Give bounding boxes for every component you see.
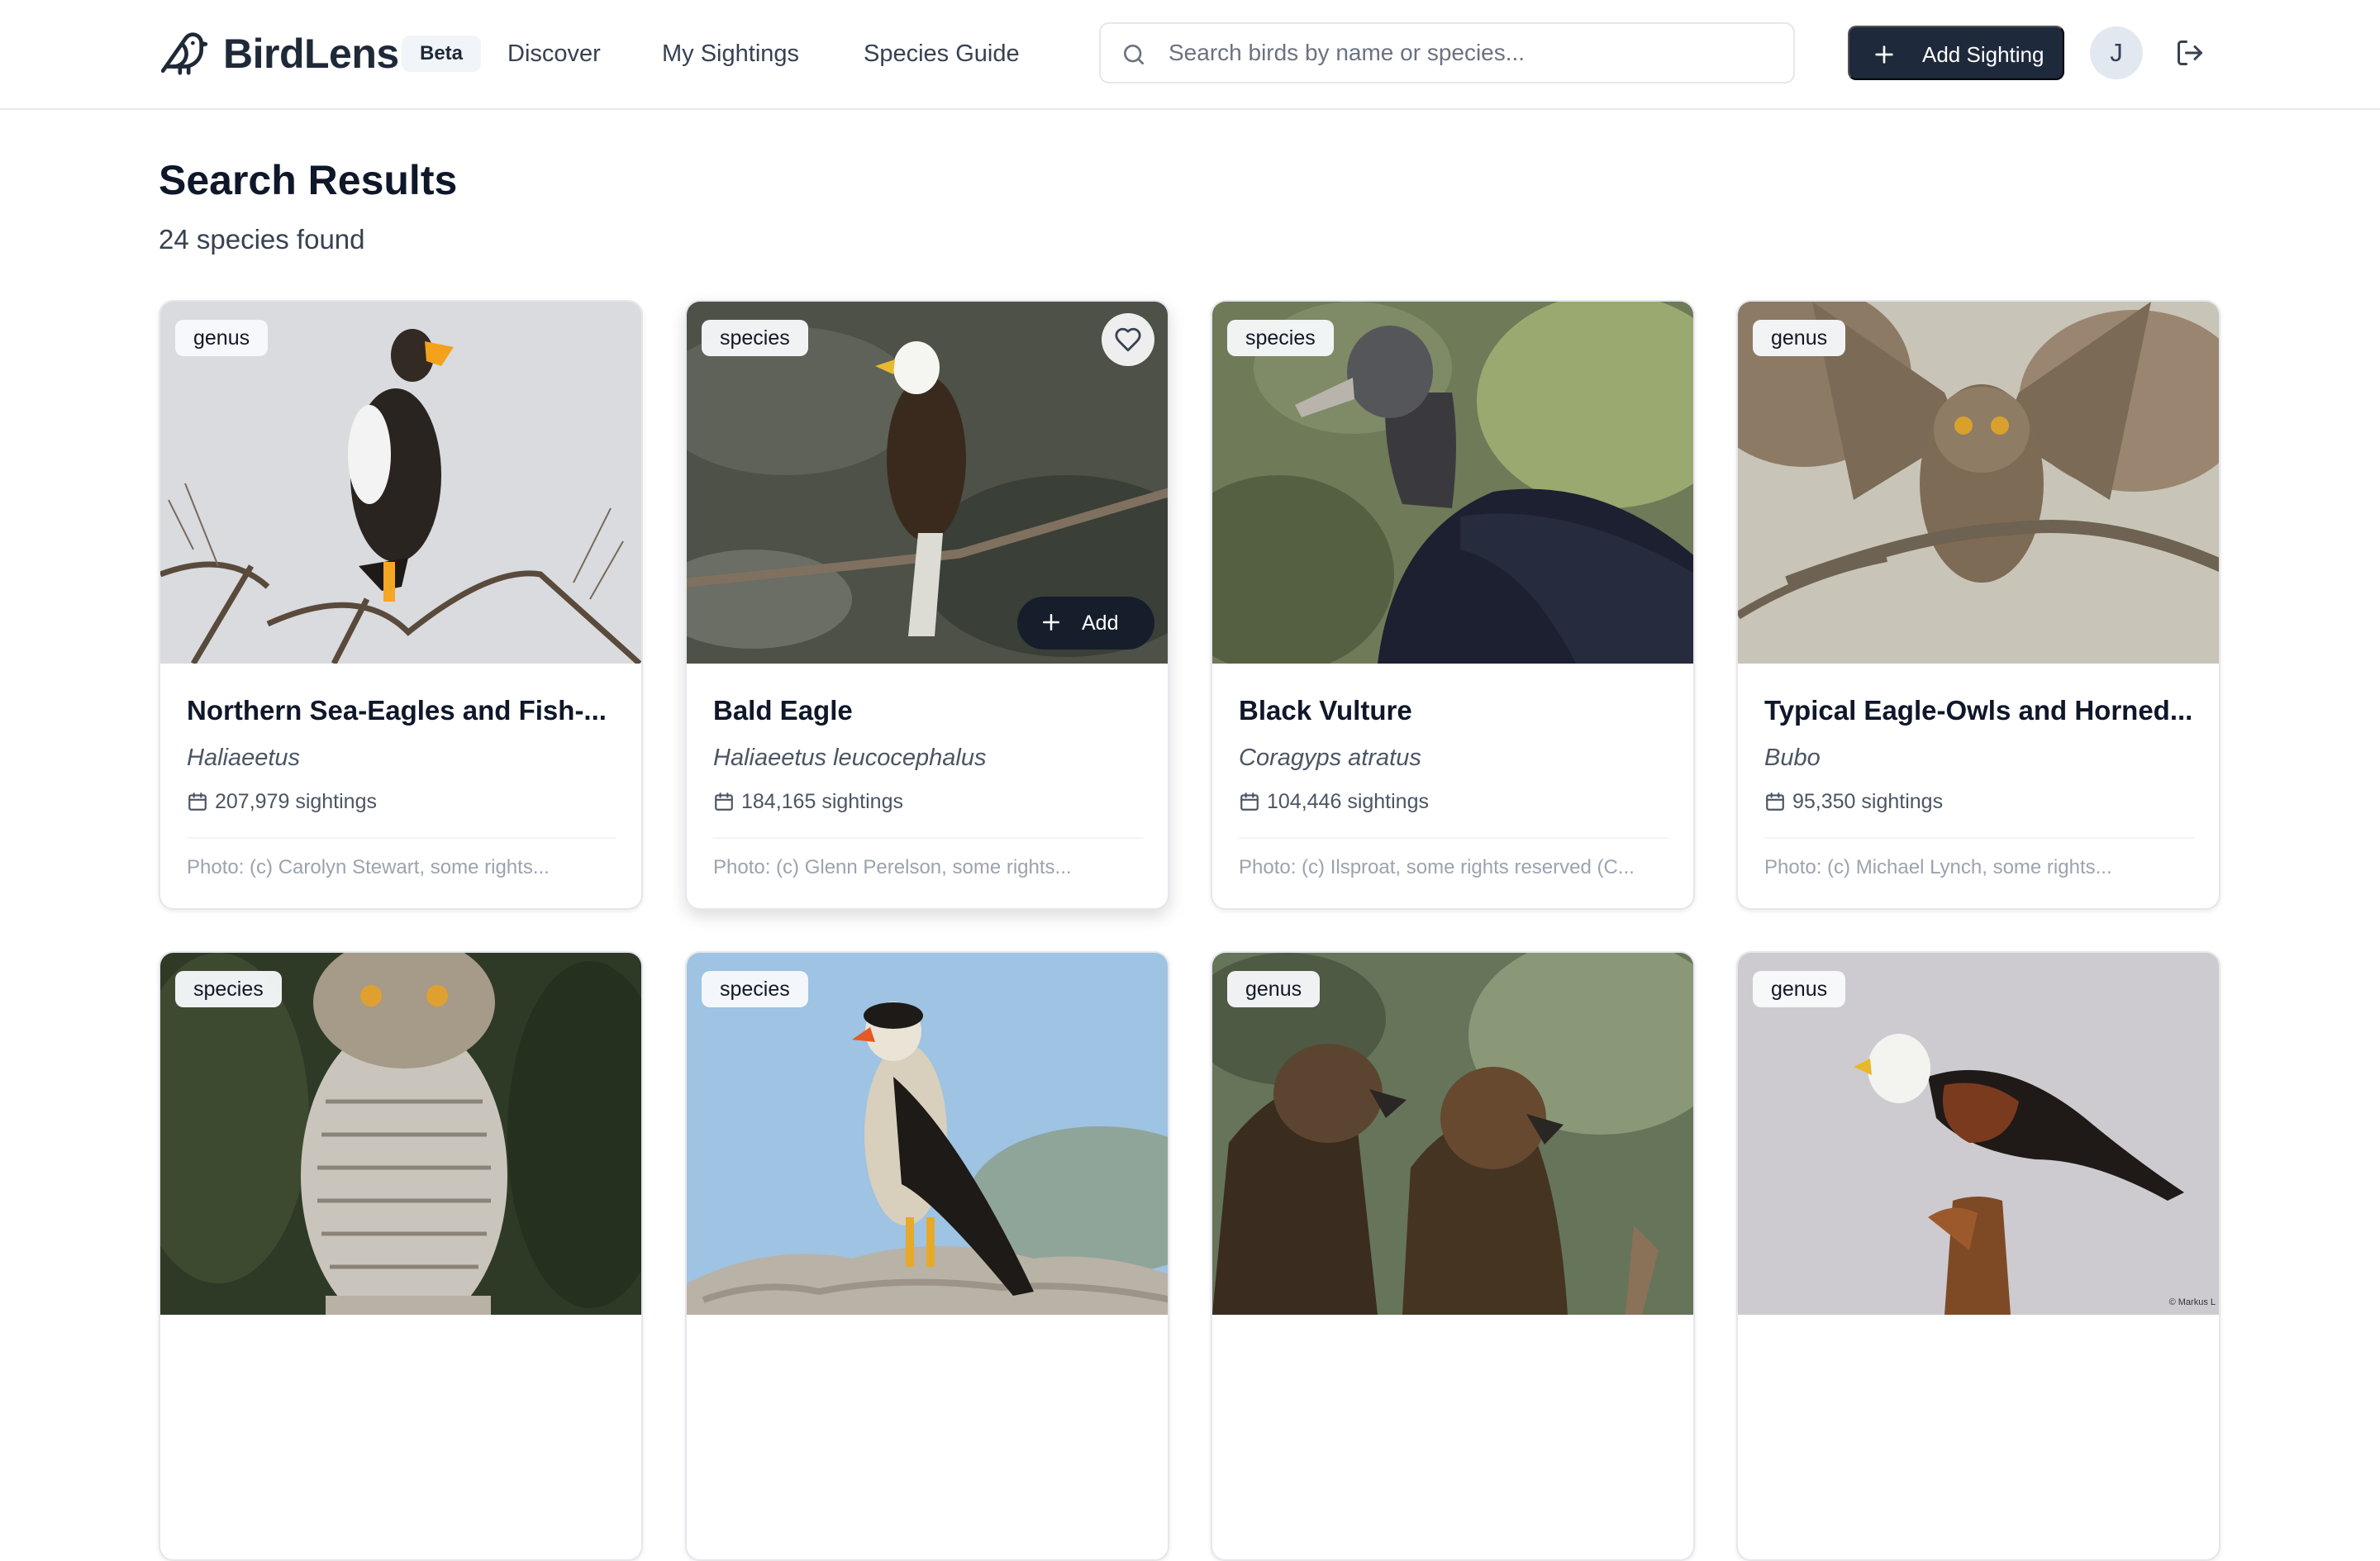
search-input[interactable]	[1169, 24, 1780, 82]
species-card[interactable]: genus © Markus L	[1736, 951, 2221, 1561]
logout-icon[interactable]	[2175, 38, 2205, 68]
bird-logo-icon	[160, 32, 208, 75]
brand-name: BirdLens	[223, 31, 399, 77]
card-title: Typical Eagle-Owls and Horned...	[1764, 695, 2193, 726]
taxon-rank-badge: genus	[1753, 320, 1846, 356]
scientific-name: Coragyps atratus	[1239, 745, 1421, 771]
card-title: Bald Eagle	[713, 695, 853, 726]
favorite-button[interactable]	[1102, 313, 1154, 366]
card-title: Northern Sea-Eagles and Fish-...	[187, 695, 607, 726]
calendar-icon	[1240, 792, 1259, 811]
species-card[interactable]: species Add Bald Eagle Haliaeetus leucoc…	[685, 300, 1169, 910]
card-divider	[713, 837, 1143, 839]
photo-credit: Photo: (c) Glenn Perelson, some rights..…	[713, 856, 1072, 878]
card-divider	[1764, 837, 2194, 839]
taxon-rank-badge: genus	[1753, 971, 1846, 1007]
taxon-rank-badge: genus	[1227, 971, 1321, 1007]
add-sighting-button[interactable]: Add Sighting	[1848, 26, 2064, 80]
plus-icon	[1875, 45, 1893, 64]
sightings-meta: 95,350 sightings	[1764, 789, 1943, 814]
scientific-name: Haliaeetus leucocephalus	[713, 745, 987, 771]
sightings-meta: 184,165 sightings	[713, 789, 903, 814]
beta-badge: Beta	[402, 36, 482, 72]
heart-icon	[1115, 327, 1141, 352]
sightings-meta: 207,979 sightings	[187, 789, 377, 814]
taxon-rank-badge: species	[702, 971, 808, 1007]
photo-credit: Photo: (c) Carolyn Stewart, some rights.…	[187, 856, 550, 878]
scientific-name: Haliaeetus	[187, 745, 301, 771]
card-divider	[1239, 837, 1668, 839]
taxon-rank-badge: species	[702, 320, 808, 356]
nav-discover[interactable]: Discover	[507, 38, 601, 69]
taxon-rank-badge: species	[1227, 320, 1334, 356]
species-card[interactable]: species	[159, 951, 643, 1561]
search-icon	[1124, 45, 1144, 64]
species-card[interactable]: species	[685, 951, 1169, 1561]
page-title: Search Results	[159, 157, 458, 203]
taxon-rank-badge: genus	[175, 320, 269, 356]
calendar-icon	[1766, 792, 1784, 811]
species-card[interactable]: genus Northern Sea-Eagles and Fish-... H…	[159, 300, 643, 910]
brand-logo[interactable]: BirdLens	[159, 28, 399, 79]
card-divider	[187, 837, 616, 839]
top-navigation-bar: BirdLens Beta Discover My Sightings Spec…	[0, 0, 2380, 110]
photo-credit: Photo: (c) Michael Lynch, some rights...	[1764, 856, 2112, 878]
sightings-count: 184,165 sightings	[741, 790, 903, 813]
sightings-count: 207,979 sightings	[215, 790, 377, 813]
species-card[interactable]: genus	[1211, 951, 1695, 1561]
taxon-rank-badge: species	[175, 971, 282, 1007]
add-to-sightings-button[interactable]: Add	[1017, 597, 1154, 650]
search-box	[1099, 22, 1795, 83]
card-title: Black Vulture	[1239, 695, 1412, 726]
plus-icon	[1043, 614, 1059, 631]
nav-species-guide[interactable]: Species Guide	[864, 38, 1020, 69]
add-sighting-label: Add Sighting	[1922, 42, 2044, 67]
add-label: Add	[1082, 612, 1119, 635]
nav-my-sightings[interactable]: My Sightings	[662, 38, 799, 69]
scientific-name: Bubo	[1764, 745, 1821, 771]
species-card[interactable]: genus Typical Eagle-Owls and Horned... B…	[1736, 300, 2221, 910]
results-count: 24 species found	[159, 224, 365, 255]
user-avatar[interactable]: J	[2090, 26, 2143, 79]
sightings-count: 104,446 sightings	[1267, 790, 1429, 813]
calendar-icon	[715, 792, 733, 811]
photo-credit: Photo: (c) Ilsproat, some rights reserve…	[1239, 856, 1635, 878]
photo-watermark: © Markus L	[2168, 1297, 2216, 1307]
sightings-meta: 104,446 sightings	[1239, 789, 1429, 814]
sightings-count: 95,350 sightings	[1792, 790, 1944, 813]
calendar-icon	[188, 792, 207, 811]
species-card[interactable]: species Black Vulture Coragyps atratus 1…	[1211, 300, 1695, 910]
